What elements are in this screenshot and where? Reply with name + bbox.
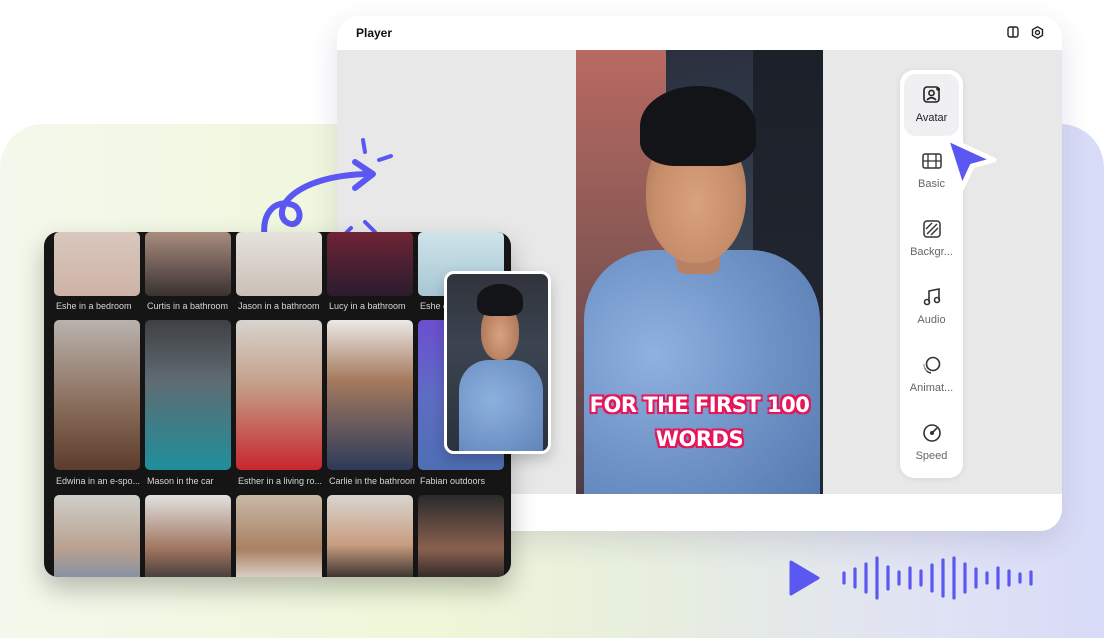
avatar-card-label: Mason in the car — [147, 476, 214, 486]
audio-waveform — [788, 556, 1038, 607]
avatar-card-carlie[interactable] — [327, 320, 413, 470]
animation-icon — [921, 354, 943, 376]
avatar-card-esther[interactable] — [236, 320, 322, 470]
avatar-card-label: Eshe in a bedroom — [56, 301, 132, 311]
avatar-card-edwina[interactable] — [54, 320, 140, 470]
player-title: Player — [356, 26, 393, 40]
tool-speed[interactable]: Speed — [900, 412, 963, 474]
tool-background[interactable]: Backgr... — [900, 208, 963, 270]
avatar-gallery: Eshe in a bedroom Curtis in a bathroom J… — [44, 232, 511, 577]
music-icon — [921, 286, 943, 308]
tool-label: Audio — [917, 314, 946, 326]
avatar-card-label: Edwina in an e-spo... — [56, 476, 141, 486]
player-toolbar-icons — [1006, 25, 1044, 39]
avatar-card-label: Lucy in a bathroom — [329, 301, 406, 311]
split-view-icon[interactable] — [1006, 25, 1020, 39]
selected-avatar-thumbnail[interactable] — [444, 271, 551, 454]
avatar-card-eshe-bedroom[interactable] — [54, 232, 140, 296]
tool-label: Backgr... — [910, 246, 953, 258]
speed-icon — [921, 422, 943, 444]
video-caption: FOR THE FIRST 100 WORDS — [576, 388, 823, 456]
avatar-card-row3-2[interactable] — [145, 495, 231, 577]
background-icon — [921, 218, 943, 240]
caption-line-2: WORDS — [655, 427, 744, 451]
avatar-card-label: Carlie in the bathroom — [329, 476, 415, 486]
avatar-card-row3-3[interactable] — [236, 495, 322, 577]
avatar-card-row3-4[interactable] — [327, 495, 413, 577]
avatar-card-lucy-bathroom[interactable] — [327, 232, 413, 296]
avatar-card-row3-5[interactable] — [418, 495, 504, 577]
avatar-card-label: Curtis in a bathroom — [147, 301, 229, 311]
thumbnail-avatar-cap — [477, 284, 523, 316]
tool-label: Speed — [915, 450, 948, 462]
tool-animation[interactable]: Animat... — [900, 344, 963, 406]
avatar-card-label: Fabian outdoors — [420, 476, 486, 486]
tool-avatar[interactable]: Avatar — [904, 74, 959, 136]
avatar-card-curtis-bathroom[interactable] — [145, 232, 231, 296]
pointer-cursor-icon — [938, 132, 1000, 199]
avatar-card-row3-1[interactable] — [54, 495, 140, 577]
avatar-card-jason-bathroom[interactable] — [236, 232, 322, 296]
avatar-card-mason[interactable] — [145, 320, 231, 470]
avatar-icon — [921, 84, 943, 106]
settings-icon[interactable] — [1030, 25, 1044, 39]
avatar-cap — [640, 86, 756, 166]
avatar-video[interactable]: FOR THE FIRST 100 WORDS — [576, 50, 823, 494]
play-icon — [789, 560, 820, 596]
tool-label: Animat... — [909, 382, 954, 394]
avatar-card-label: Esther in a living ro... — [238, 476, 323, 486]
thumbnail-avatar-shirt — [459, 360, 543, 451]
caption-line-1: FOR THE FIRST 100 — [589, 393, 810, 417]
tool-label: Avatar — [915, 112, 948, 124]
avatar-shirt — [584, 250, 820, 494]
tool-audio[interactable]: Audio — [900, 276, 963, 338]
avatar-card-label: Jason in a bathroom — [238, 301, 320, 311]
